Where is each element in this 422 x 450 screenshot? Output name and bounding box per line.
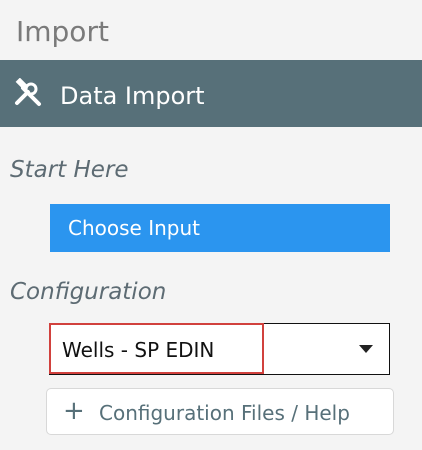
choose-input-button[interactable]: Choose Input (50, 204, 390, 252)
header-title: Data Import (60, 82, 205, 110)
configuration-files-help-label: Configuration Files / Help (99, 401, 350, 425)
plus-icon: + (63, 396, 85, 426)
configuration-label: Configuration (10, 279, 167, 305)
configuration-select[interactable]: Wells - SP EDIN (49, 323, 390, 375)
tools-icon (15, 78, 41, 106)
configuration-files-help-button[interactable]: + Configuration Files / Help (46, 388, 394, 435)
data-import-header: Data Import (0, 60, 422, 127)
choose-input-label: Choose Input (68, 216, 200, 240)
start-here-label: Start Here (10, 157, 129, 183)
panel-title: Import (16, 15, 109, 48)
configuration-select-value: Wells - SP EDIN (62, 338, 215, 362)
chevron-down-icon (359, 345, 373, 353)
import-panel: Import Data Import Start Here Choose Inp… (0, 0, 422, 450)
